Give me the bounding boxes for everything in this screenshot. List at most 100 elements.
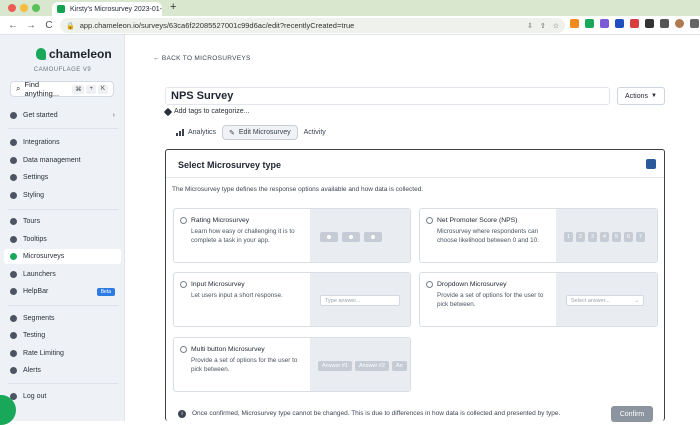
sidebar-item-helpbar[interactable]: HelpBar Beta — [4, 284, 121, 299]
sidebar-item-launchers[interactable]: Launchers — [4, 267, 121, 282]
sidebar-item-label: Data management — [23, 157, 81, 164]
menu-dots-icon[interactable] — [690, 19, 699, 28]
radio-button[interactable] — [180, 281, 187, 288]
extension-icon[interactable] — [600, 19, 609, 28]
info-icon: i — [178, 409, 186, 418]
radio-button[interactable] — [180, 346, 187, 353]
puzzle-icon[interactable] — [645, 19, 654, 28]
emoji-face-icon — [364, 231, 382, 242]
extension-icon[interactable] — [570, 19, 579, 28]
close-window-icon[interactable] — [8, 4, 16, 12]
preview-answer-button: Answer #1 — [318, 360, 352, 371]
nps-score: 1 — [564, 231, 573, 242]
sidebar-item-alerts[interactable]: Alerts — [4, 363, 121, 378]
sidebar-toggle-icon[interactable] — [660, 19, 669, 28]
nps-score: 6 — [624, 231, 633, 242]
sidebar-item-integrations[interactable]: Integrations — [4, 135, 121, 150]
tab-label: Edit Microsurvey — [238, 129, 291, 136]
sidebar-item-testing[interactable]: Testing — [4, 328, 121, 343]
preview-answer-button: Answer #2 — [355, 360, 389, 371]
url-text: app.chameleon.io/surveys/63ca6f220855270… — [79, 21, 355, 30]
type-description: Provide a set of options for the user to… — [437, 292, 544, 308]
sidebar-item-tours[interactable]: Tours — [4, 214, 121, 229]
sidebar-item-segments[interactable]: Segments — [4, 311, 121, 326]
find-anything-button[interactable]: ⌕ Find anything... ⌘ + K — [10, 80, 114, 98]
sidebar-item-log-out[interactable]: Log out — [4, 389, 121, 404]
keyboard-shortcut: ⌘ + K — [72, 84, 108, 94]
beta-badge: Beta — [96, 287, 115, 296]
sidebar-item-label: Rate Limiting — [23, 350, 64, 357]
radio-button[interactable] — [180, 217, 187, 224]
bookmark-star-icon[interactable]: ☆ — [553, 22, 559, 30]
tab-activity[interactable]: Activity — [298, 125, 332, 140]
preview-answer-button: An — [392, 360, 407, 371]
share-icon[interactable]: ⇧ — [540, 22, 546, 30]
gear-icon — [10, 174, 17, 181]
add-tags-button[interactable]: Add tags to categorize... — [163, 107, 250, 116]
radio-button[interactable] — [426, 217, 433, 224]
sidebar-item-get-started[interactable]: Get started › — [4, 108, 121, 123]
type-card-input[interactable]: Input Microsurvey Let users input a shor… — [173, 272, 411, 327]
arrow-left-icon: ← — [153, 55, 162, 62]
help-book-icon[interactable] — [646, 159, 656, 169]
search-icon: ⌕ — [16, 84, 21, 93]
rating-preview — [310, 209, 410, 262]
sidebar-item-rate-limiting[interactable]: Rate Limiting — [4, 346, 121, 361]
sidebar-item-tooltips[interactable]: Tooltips — [4, 232, 121, 247]
testing-icon — [10, 332, 17, 339]
sidebar-item-microsurveys[interactable]: Microsurveys — [4, 249, 121, 264]
type-card-dropdown[interactable]: Dropdown Microsurvey Provide a set of op… — [419, 272, 658, 327]
type-description: Learn how easy or challenging it is to c… — [191, 228, 295, 244]
nps-score: 3 — [588, 231, 597, 242]
sidebar-divider — [8, 128, 118, 129]
chameleon-logo[interactable]: chameleon — [36, 47, 112, 61]
new-tab-button[interactable]: + — [170, 1, 176, 13]
survey-tabs: Analytics ✎ Edit Microsurvey Activity — [170, 125, 332, 140]
caret-down-icon: ▼ — [651, 93, 657, 99]
reload-icon[interactable]: C — [44, 20, 54, 31]
url-field[interactable]: 🔒 app.chameleon.io/surveys/63ca6f2208552… — [60, 18, 565, 33]
pencil-icon: ✎ — [229, 129, 235, 137]
download-icon[interactable]: ⇩ — [527, 22, 533, 30]
tab-analytics[interactable]: Analytics — [170, 125, 222, 140]
survey-title-input[interactable]: NPS Survey — [165, 87, 610, 105]
type-card-multi-button[interactable]: Multi button Microsurvey Provide a set o… — [173, 337, 411, 392]
rocket-icon — [10, 271, 17, 278]
input-preview: Type answer... — [310, 273, 410, 326]
chevron-down-icon: ⌄ — [634, 297, 639, 304]
extension-icon[interactable] — [630, 19, 639, 28]
type-name: Input Microsurvey — [191, 281, 245, 288]
select-type-panel: Select Microsurvey type The Microsurvey … — [165, 149, 665, 422]
back-nav-icon[interactable]: ← — [8, 20, 18, 31]
minimize-window-icon[interactable] — [20, 4, 28, 12]
radio-button[interactable] — [426, 281, 433, 288]
type-description: Microsurvey where respondents can choose… — [437, 228, 539, 244]
extension-icon[interactable] — [615, 19, 624, 28]
sidebar-item-settings[interactable]: Settings — [4, 170, 121, 185]
sidebar-item-data-management[interactable]: Data management — [4, 153, 121, 168]
browser-tab[interactable]: Kirsty's Microsurvey 2023-01- × — [52, 2, 162, 16]
type-description: Provide a set of options for the user to… — [191, 357, 298, 373]
sidebar-item-label: Integrations — [23, 139, 60, 146]
nps-preview: 1 2 3 4 5 6 7 — [556, 209, 657, 262]
dropdown-preview: Select answer... ⌄ — [556, 273, 657, 326]
confirm-button[interactable]: Confirm — [611, 406, 653, 422]
panel-footer: i Once confirmed, Microsurvey type canno… — [166, 405, 664, 422]
back-to-microsurveys-link[interactable]: ← BACK TO MICROSURVEYS — [153, 55, 251, 62]
find-anything-label: Find anything... — [24, 80, 60, 98]
actions-dropdown-button[interactable]: Actions ▼ — [617, 87, 665, 105]
rocket-icon — [10, 112, 17, 119]
forward-nav-icon[interactable]: → — [26, 20, 36, 31]
tab-edit-microsurvey[interactable]: ✎ Edit Microsurvey — [222, 125, 298, 140]
browser-tab-bar: Kirsty's Microsurvey 2023-01- × + — [0, 0, 700, 16]
maximize-window-icon[interactable] — [32, 4, 40, 12]
type-card-rating[interactable]: Rating Microsurvey Learn how easy or cha… — [173, 208, 411, 263]
type-card-nps[interactable]: Net Promoter Score (NPS) Microsurvey whe… — [419, 208, 658, 263]
profile-avatar[interactable] — [675, 19, 684, 28]
sidebar-item-styling[interactable]: Styling — [4, 188, 121, 203]
actions-label: Actions — [625, 92, 648, 100]
star-icon — [10, 253, 17, 260]
workspace-name: CAMOUFLAGE V9 — [33, 67, 92, 73]
tab-label: Activity — [303, 129, 326, 136]
extension-icon[interactable] — [585, 19, 594, 28]
